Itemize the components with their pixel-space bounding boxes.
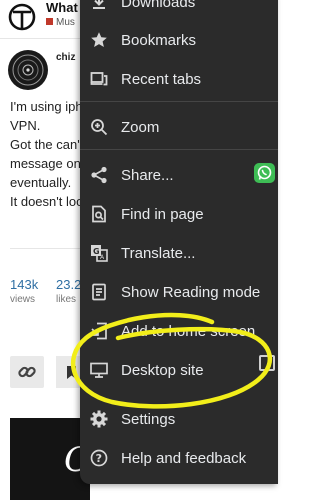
menu-item-label: Bookmarks (121, 32, 197, 49)
stat-views: 143k views (10, 277, 38, 305)
help-icon: ? (90, 449, 108, 467)
svg-text:G: G (93, 247, 100, 256)
menu-item-bookmarks[interactable]: Bookmarks (80, 23, 278, 57)
menu-item-label: Find in page (121, 206, 204, 223)
reading-mode-icon (92, 283, 106, 301)
add-to-home-icon (91, 322, 107, 340)
stat-likes: 23.2 likes (56, 277, 81, 305)
views-label: views (10, 294, 36, 305)
menu-item-zoom[interactable]: Zoom (80, 110, 278, 144)
find-in-page-icon (92, 205, 106, 223)
translate-icon: GA (91, 245, 108, 262)
menu-item-label: Settings (121, 411, 176, 428)
link-icon (18, 366, 36, 378)
menu-item-help-and-feedback[interactable]: ? Help and feedback (80, 441, 278, 475)
avatar[interactable] (8, 50, 48, 90)
menu-divider (80, 101, 278, 102)
browser-overflow-menu: Downloads Bookmarks Recent tabs Zoom Sha… (80, 0, 278, 484)
menu-item-label: Recent tabs (121, 71, 202, 88)
category-label: Mus (56, 17, 75, 28)
menu-item-find-in-page[interactable]: Find in page (80, 197, 278, 231)
menu-item-label: Share... (121, 167, 174, 184)
share-icon (91, 166, 107, 184)
menu-item-label: Translate... (121, 245, 196, 262)
star-icon (91, 32, 107, 47)
menu-item-share[interactable]: Share... (80, 158, 278, 192)
menu-divider (80, 149, 278, 150)
desktop-icon (90, 362, 108, 378)
topic-title[interactable]: What (46, 0, 78, 15)
whatsapp-share-icon[interactable] (254, 163, 275, 183)
menu-item-desktop-site[interactable]: Desktop site (80, 353, 278, 387)
desktop-site-checkbox[interactable] (259, 355, 275, 371)
share-link-button[interactable] (10, 356, 44, 388)
menu-item-reading-mode[interactable]: Show Reading mode (80, 275, 278, 309)
menu-item-label: Show Reading mode (121, 284, 261, 301)
menu-item-recent-tabs[interactable]: Recent tabs (80, 62, 278, 96)
menu-item-label: Downloads (121, 0, 196, 11)
svg-text:A: A (100, 254, 105, 261)
gear-icon (90, 410, 108, 428)
menu-item-downloads[interactable]: Downloads (80, 0, 278, 19)
svg-text:?: ? (96, 452, 102, 465)
recent-tabs-icon (90, 72, 108, 86)
views-count: 143k (10, 277, 39, 292)
likes-count: 23.2 (56, 277, 82, 292)
category-color-icon (46, 18, 53, 25)
menu-item-settings[interactable]: Settings (80, 402, 278, 436)
site-logo[interactable] (8, 3, 36, 31)
download-icon (93, 0, 105, 9)
whatsapp-glyph-icon (257, 165, 272, 180)
menu-item-label: Desktop site (121, 362, 204, 379)
menu-item-label: Add to home screen (121, 323, 256, 340)
menu-item-label: Zoom (121, 119, 160, 136)
likes-label: likes (56, 294, 77, 305)
menu-item-add-to-home-screen[interactable]: Add to home screen (80, 314, 278, 348)
menu-item-label: Help and feedback (121, 450, 247, 467)
post-author[interactable]: chiz (56, 52, 75, 63)
menu-item-translate[interactable]: GA Translate... (80, 236, 278, 270)
topic-banner-image: C (10, 418, 90, 500)
zoom-in-icon (91, 119, 108, 136)
topic-category[interactable]: Mus (46, 17, 75, 28)
